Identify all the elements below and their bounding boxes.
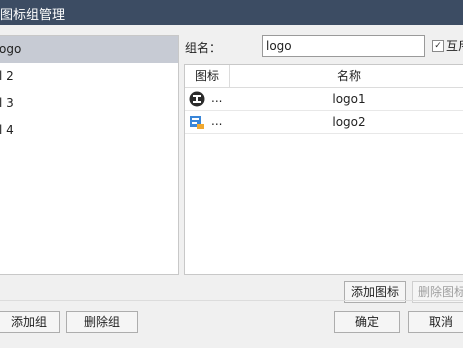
logo2-image-icon — [190, 116, 204, 129]
logo1-circle-icon — [189, 91, 205, 107]
group-item[interactable]: ogo — [0, 36, 178, 63]
group-item-label: ogo — [0, 42, 22, 56]
exclusive-checkbox[interactable]: ✓ — [432, 40, 444, 52]
group-item[interactable]: l 4 — [0, 117, 178, 144]
group-item-label: l 3 — [0, 96, 14, 110]
add-group-button[interactable]: 添加组 — [0, 311, 60, 333]
icon-ellipsis[interactable]: ... — [211, 114, 222, 128]
exclusive-checkbox-label: 互斥 — [446, 39, 463, 53]
icon-table: 图标 名称 ... logo1 ... logo2 — [184, 64, 463, 275]
table-row[interactable]: ... logo2 — [185, 111, 463, 134]
column-header-name[interactable]: 名称 — [229, 65, 463, 87]
group-item-label: l 4 — [0, 123, 14, 137]
cancel-button[interactable]: 取消 — [408, 311, 463, 333]
ok-button[interactable]: 确定 — [334, 311, 400, 333]
group-list[interactable]: ogo l 2 l 3 l 4 — [0, 35, 179, 275]
group-name-input[interactable]: logo — [262, 35, 425, 57]
delete-group-button[interactable]: 删除组 — [66, 311, 138, 333]
group-name-label: 组名： — [185, 41, 222, 55]
window-title: 图标组管理 — [0, 8, 66, 23]
title-bar: 图标组管理 — [0, 0, 463, 25]
group-item-label: l 2 — [0, 69, 14, 83]
column-header-icon[interactable]: 图标 — [185, 65, 230, 87]
group-item[interactable]: l 3 — [0, 90, 178, 117]
table-row[interactable]: ... logo1 — [185, 88, 463, 111]
table-header: 图标 名称 — [185, 65, 463, 88]
icon-ellipsis[interactable]: ... — [211, 91, 222, 105]
icon-name: logo1 — [332, 92, 366, 106]
divider — [0, 300, 463, 301]
icon-name: logo2 — [332, 115, 366, 129]
group-item[interactable]: l 2 — [0, 63, 178, 90]
